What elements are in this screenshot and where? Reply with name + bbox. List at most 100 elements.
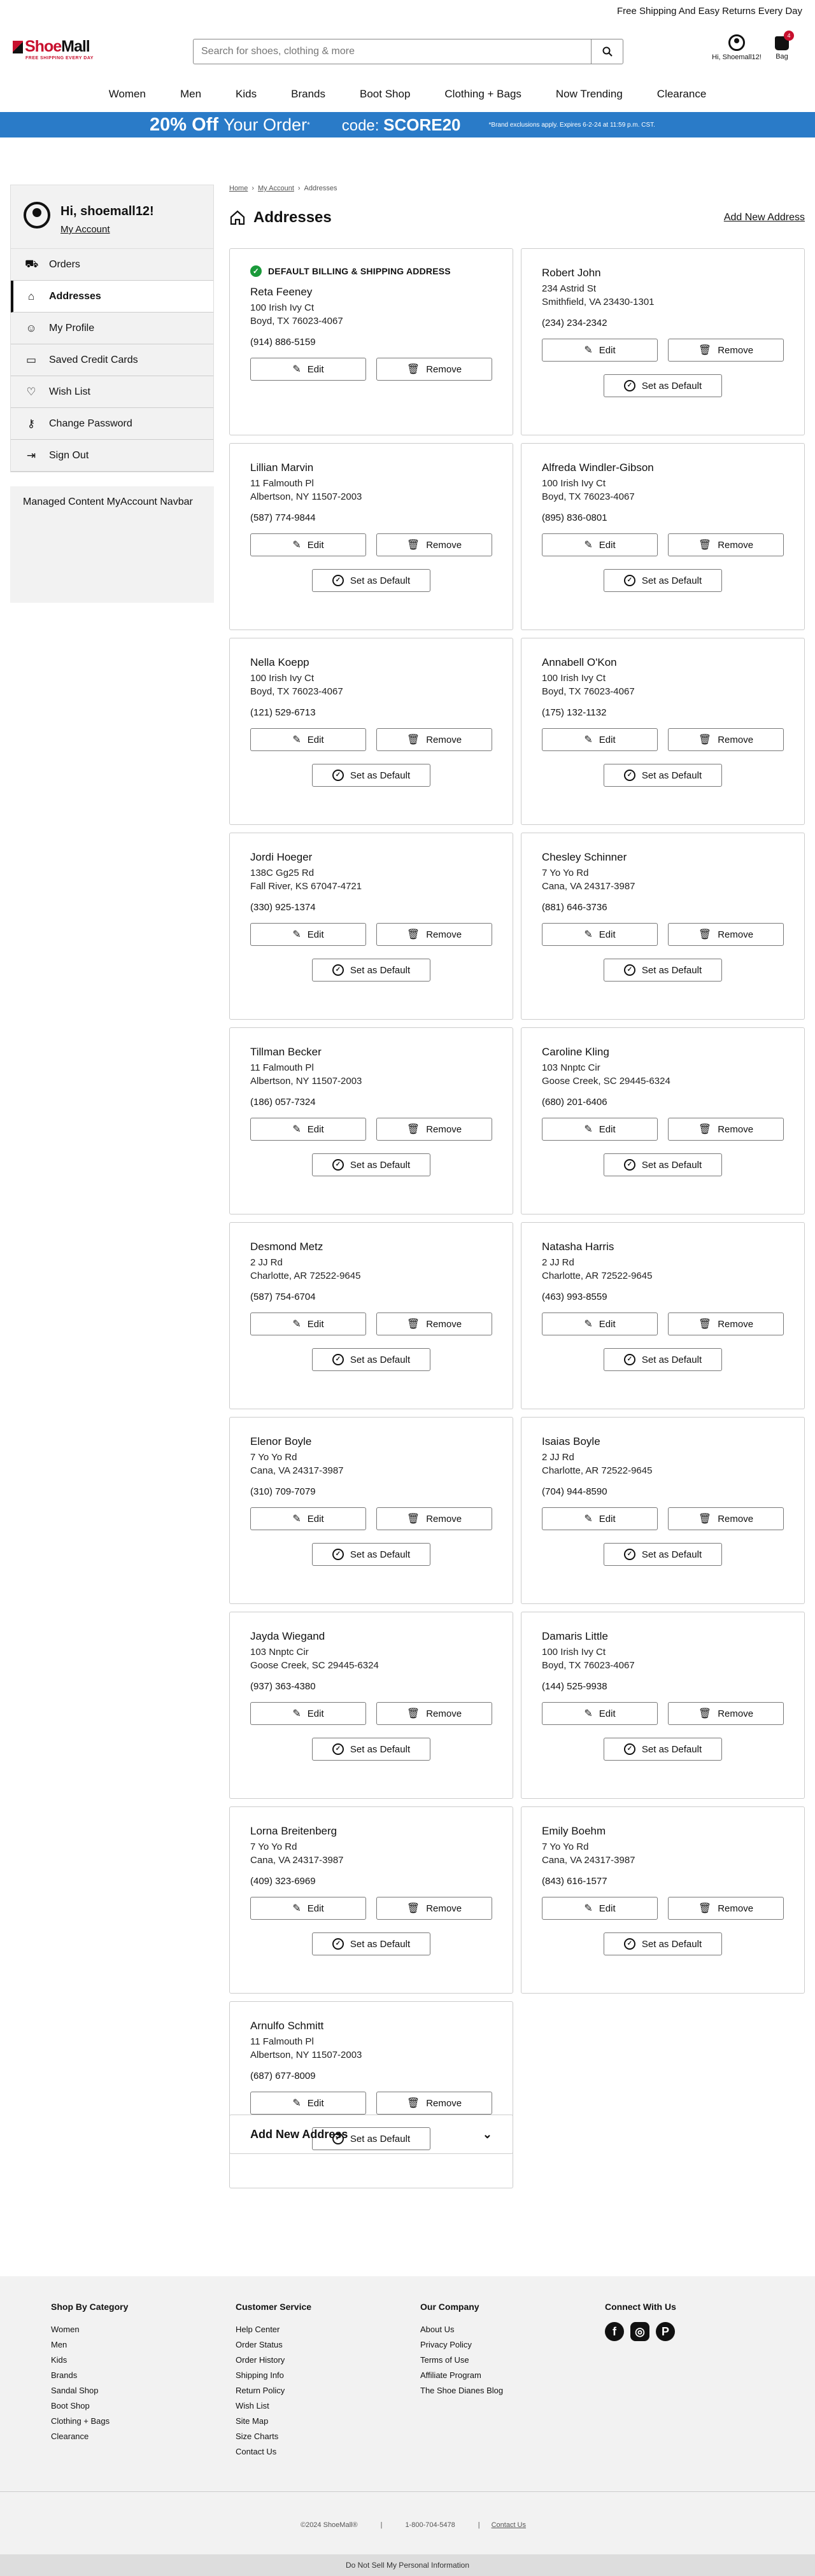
set-default-button[interactable]: ✓ Set as Default bbox=[312, 1932, 430, 1955]
edit-button[interactable]: ✎ Edit bbox=[250, 728, 366, 751]
set-default-button[interactable]: ✓ Set as Default bbox=[312, 1348, 430, 1371]
nav-brands[interactable]: Brands bbox=[291, 88, 325, 101]
edit-button[interactable]: ✎ Edit bbox=[542, 1507, 658, 1530]
edit-button[interactable]: ✎ Edit bbox=[542, 1897, 658, 1920]
sidebar-item-my-profile[interactable]: ☺ My Profile bbox=[11, 313, 213, 344]
edit-button[interactable]: ✎ Edit bbox=[250, 923, 366, 946]
remove-button[interactable]: 🗑 Remove bbox=[668, 533, 784, 556]
edit-button[interactable]: ✎ Edit bbox=[250, 1507, 366, 1530]
remove-button[interactable]: 🗑 Remove bbox=[376, 1118, 492, 1141]
remove-button[interactable]: 🗑 Remove bbox=[376, 1897, 492, 1920]
set-default-button[interactable]: ✓ Set as Default bbox=[604, 1348, 722, 1371]
promo-banner[interactable]: 20% Off Your Order * code: SCORE20 *Brand… bbox=[0, 112, 815, 137]
account-menu[interactable]: Hi, Shoemall12! bbox=[708, 34, 765, 61]
pinterest-icon[interactable]: P bbox=[656, 2322, 675, 2341]
remove-button[interactable]: 🗑 Remove bbox=[668, 1313, 784, 1335]
edit-button[interactable]: ✎ Edit bbox=[250, 1897, 366, 1920]
remove-button[interactable]: 🗑 Remove bbox=[668, 923, 784, 946]
set-default-button[interactable]: ✓ Set as Default bbox=[312, 764, 430, 787]
sidebar-item-addresses[interactable]: ⌂ Addresses bbox=[11, 281, 213, 313]
remove-button[interactable]: 🗑 Remove bbox=[668, 1118, 784, 1141]
instagram-icon[interactable]: ◎ bbox=[630, 2322, 649, 2341]
footer-link[interactable]: Shipping Info bbox=[236, 2368, 311, 2383]
edit-button[interactable]: ✎ Edit bbox=[250, 1118, 366, 1141]
edit-button[interactable]: ✎ Edit bbox=[542, 339, 658, 362]
set-default-button[interactable]: ✓ Set as Default bbox=[312, 959, 430, 982]
footer-link[interactable]: Men bbox=[51, 2337, 128, 2353]
remove-button[interactable]: 🗑 Remove bbox=[376, 728, 492, 751]
footer-link[interactable]: Privacy Policy bbox=[420, 2337, 503, 2353]
edit-button[interactable]: ✎ Edit bbox=[542, 533, 658, 556]
nav-boot-shop[interactable]: Boot Shop bbox=[360, 88, 410, 101]
edit-button[interactable]: ✎ Edit bbox=[250, 358, 366, 381]
bag-button[interactable]: 4 Bag bbox=[769, 31, 795, 60]
nav-kids[interactable]: Kids bbox=[236, 88, 257, 101]
remove-button[interactable]: 🗑 Remove bbox=[376, 2092, 492, 2115]
footer-link[interactable]: Clothing + Bags bbox=[51, 2414, 128, 2429]
remove-button[interactable]: 🗑 Remove bbox=[376, 1702, 492, 1725]
edit-button[interactable]: ✎ Edit bbox=[542, 1313, 658, 1335]
remove-button[interactable]: 🗑 Remove bbox=[668, 728, 784, 751]
sidebar-item-saved-credit-cards[interactable]: ▭ Saved Credit Cards bbox=[11, 344, 213, 376]
nav-women[interactable]: Women bbox=[109, 88, 146, 101]
remove-button[interactable]: 🗑 Remove bbox=[668, 1507, 784, 1530]
set-default-button[interactable]: ✓ Set as Default bbox=[312, 1738, 430, 1761]
nav-clothing-bags[interactable]: Clothing + Bags bbox=[444, 88, 521, 101]
set-default-button[interactable]: ✓ Set as Default bbox=[312, 1543, 430, 1566]
set-default-button[interactable]: ✓ Set as Default bbox=[604, 374, 722, 397]
sidebar-item-wish-list[interactable]: ♡ Wish List bbox=[11, 376, 213, 408]
remove-button[interactable]: 🗑 Remove bbox=[376, 1507, 492, 1530]
breadcrumb-home[interactable]: Home bbox=[229, 185, 248, 192]
set-default-button[interactable]: ✓ Set as Default bbox=[604, 569, 722, 592]
nav-clearance[interactable]: Clearance bbox=[657, 88, 707, 101]
do-not-sell-link[interactable]: Do Not Sell My Personal Information bbox=[346, 2561, 469, 2570]
sidebar-item-orders[interactable]: ⛟ Orders bbox=[11, 249, 213, 281]
nav-men[interactable]: Men bbox=[180, 88, 201, 101]
footer-link[interactable]: Brands bbox=[51, 2368, 128, 2383]
do-not-sell-bar[interactable]: Do Not Sell My Personal Information bbox=[0, 2554, 815, 2576]
remove-button[interactable]: 🗑 Remove bbox=[668, 339, 784, 362]
footer-link[interactable]: Sandal Shop bbox=[51, 2383, 128, 2398]
footer-link[interactable]: Order History bbox=[236, 2353, 311, 2368]
remove-button[interactable]: 🗑 Remove bbox=[376, 533, 492, 556]
edit-button[interactable]: ✎ Edit bbox=[250, 533, 366, 556]
set-default-button[interactable]: ✓ Set as Default bbox=[604, 1153, 722, 1176]
sidebar-item-sign-out[interactable]: ⇥ Sign Out bbox=[11, 440, 213, 472]
footer-link[interactable]: Help Center bbox=[236, 2322, 311, 2337]
set-default-button[interactable]: ✓ Set as Default bbox=[604, 1738, 722, 1761]
edit-button[interactable]: ✎ Edit bbox=[542, 923, 658, 946]
footer-link[interactable]: Site Map bbox=[236, 2414, 311, 2429]
edit-button[interactable]: ✎ Edit bbox=[542, 1702, 658, 1725]
remove-button[interactable]: 🗑 Remove bbox=[376, 358, 492, 381]
facebook-icon[interactable]: f bbox=[605, 2322, 624, 2341]
footer-link[interactable]: Contact Us bbox=[236, 2444, 311, 2460]
footer-link[interactable]: Kids bbox=[51, 2353, 128, 2368]
set-default-button[interactable]: ✓ Set as Default bbox=[312, 569, 430, 592]
footer-link[interactable]: Boot Shop bbox=[51, 2398, 128, 2414]
remove-button[interactable]: 🗑 Remove bbox=[376, 923, 492, 946]
remove-button[interactable]: 🗑 Remove bbox=[668, 1702, 784, 1725]
shoemall-logo[interactable]: Shoe Mall FREE SHIPPING EVERY DAY bbox=[13, 38, 121, 60]
footer-link[interactable]: Clearance bbox=[51, 2429, 128, 2444]
footer-link[interactable]: Wish List bbox=[236, 2398, 311, 2414]
footer-link[interactable]: Return Policy bbox=[236, 2383, 311, 2398]
add-new-address-link[interactable]: Add New Address bbox=[724, 212, 805, 223]
set-default-button[interactable]: ✓ Set as Default bbox=[604, 1932, 722, 1955]
nav-now-trending[interactable]: Now Trending bbox=[556, 88, 623, 101]
my-account-link[interactable]: My Account bbox=[60, 224, 154, 235]
footer-link[interactable]: Size Charts bbox=[236, 2429, 311, 2444]
remove-button[interactable]: 🗑 Remove bbox=[376, 1313, 492, 1335]
breadcrumb-my-account[interactable]: My Account bbox=[258, 185, 294, 192]
edit-button[interactable]: ✎ Edit bbox=[542, 728, 658, 751]
footer-link[interactable]: Affiliate Program bbox=[420, 2368, 503, 2383]
edit-button[interactable]: ✎ Edit bbox=[250, 1702, 366, 1725]
edit-button[interactable]: ✎ Edit bbox=[250, 1313, 366, 1335]
search-input[interactable] bbox=[194, 39, 591, 64]
edit-button[interactable]: ✎ Edit bbox=[542, 1118, 658, 1141]
add-new-address-accordion[interactable]: Add New Address ⌄ bbox=[229, 2115, 513, 2154]
footer-link[interactable]: Order Status bbox=[236, 2337, 311, 2353]
footer-link[interactable]: About Us bbox=[420, 2322, 503, 2337]
footer-contact-link[interactable]: Contact Us bbox=[492, 2521, 526, 2529]
set-default-button[interactable]: ✓ Set as Default bbox=[604, 1543, 722, 1566]
search-button[interactable] bbox=[591, 39, 623, 64]
